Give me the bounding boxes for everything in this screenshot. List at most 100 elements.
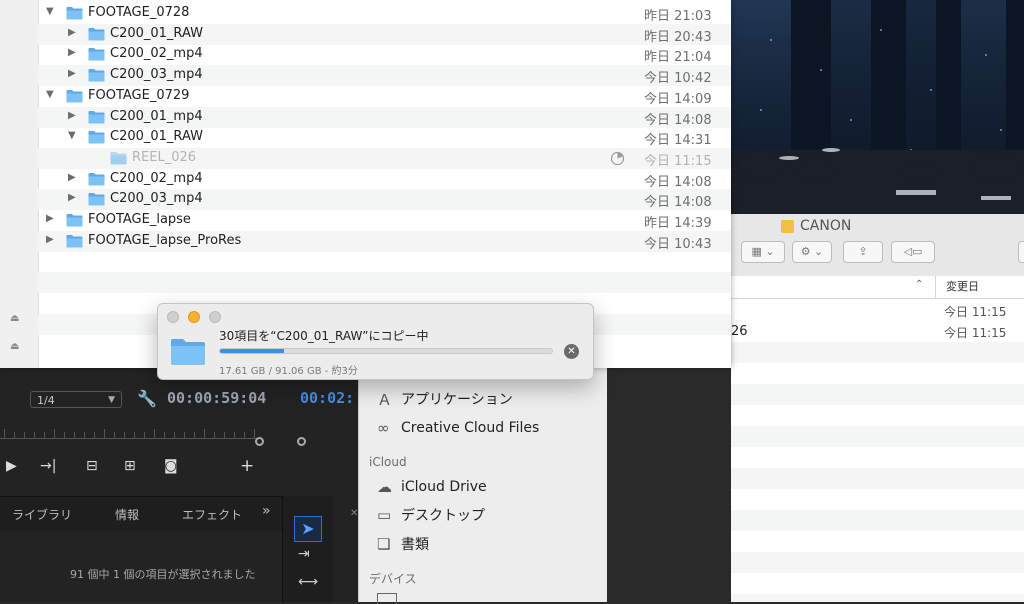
search-button[interactable] (1018, 241, 1024, 263)
item-name: 26 (731, 324, 748, 339)
sort-ascending-icon[interactable]: ⌃ (915, 279, 923, 290)
sidebar-item-applications[interactable]: Ａ アプリケーション (377, 387, 513, 411)
track-select-icon[interactable]: ⇥ (298, 546, 310, 562)
tab-effects[interactable]: エフェクト (182, 506, 242, 523)
item-date: 昨日 21:03 (644, 9, 712, 24)
sidebar-item-label: 書類 (401, 537, 429, 553)
column-header-modified[interactable]: 変更日 (935, 276, 1024, 298)
item-name: C200_01_RAW (110, 25, 203, 41)
list-header: ⌃ 変更日 (731, 276, 1024, 299)
desktop-icon: ▭ (377, 506, 392, 524)
sidebar-item-label: Creative Cloud Files (401, 420, 540, 436)
disclosure-expanded-icon[interactable]: ▼ (68, 130, 76, 141)
disclosure-collapsed-icon[interactable]: ▶ (68, 27, 76, 38)
list-item[interactable]: REEL_026 今日 11:15 (38, 147, 731, 169)
item-name: C200_01_mp4 (110, 108, 203, 124)
list-item[interactable]: ▶ FOOTAGE_lapse 昨日 14:39 (38, 210, 731, 231)
insert-icon[interactable]: ⊟ (86, 458, 98, 474)
list-item[interactable]: ▶ C200_01_RAW 昨日 20:43 (38, 23, 731, 45)
chevron-down-icon: ▼ (108, 395, 115, 405)
creative-cloud-icon: ∞ (377, 419, 390, 437)
sidebar-item-desktop[interactable]: ▭ デスクトップ (377, 503, 485, 527)
view-options-button[interactable]: ▦ ⌄ (741, 241, 785, 263)
item-date: 今日 11:15 (944, 326, 1007, 340)
selection-tool-icon[interactable]: ➤ (294, 516, 322, 542)
folder-icon (88, 172, 105, 186)
list-item[interactable]: ▼ C200_01_RAW 今日 14:31 (38, 127, 731, 148)
sidebar-item-label: アプリケーション (401, 392, 513, 408)
camera-icon[interactable]: ◙ (164, 458, 178, 474)
item-name: C200_01_RAW (110, 129, 203, 145)
zoom-value: 1/4 (37, 394, 55, 407)
disclosure-collapsed-icon[interactable]: ▶ (68, 172, 76, 183)
disclosure-collapsed-icon[interactable]: ▶ (68, 192, 76, 203)
list-item[interactable]: ▶ C200_02_mp4 今日 14:08 (38, 169, 731, 190)
step-forward-icon[interactable]: →| (40, 458, 56, 474)
list-item[interactable]: ▶ C200_03_mp4 今日 10:42 (38, 65, 731, 87)
zoom-select[interactable]: 1/4 ▼ (30, 391, 122, 408)
overwrite-icon[interactable]: ⊞ (124, 458, 136, 474)
play-icon[interactable]: ▶ (6, 458, 17, 474)
sidebar-item-label: iCloud Drive (401, 479, 487, 495)
list-item[interactable]: ▼ FOOTAGE_0729 今日 14:09 (38, 86, 731, 107)
eject-icon[interactable]: ⏏ (10, 341, 19, 352)
concert-image (731, 0, 1024, 214)
disclosure-expanded-icon[interactable]: ▼ (46, 89, 54, 100)
drive-icon (781, 219, 794, 233)
zoom-window-button[interactable] (209, 311, 221, 323)
copy-progress-fill (220, 349, 285, 353)
copy-progress-pie-icon (610, 151, 625, 165)
action-gear-button[interactable]: ⚙ ⌄ (792, 241, 832, 263)
cancel-copy-button[interactable]: ✕ (564, 344, 579, 359)
copy-title: 30項目を“C200_01_RAW”にコピー中 (219, 329, 429, 343)
share-button[interactable]: ⇪ (843, 241, 883, 263)
applications-icon: Ａ (377, 390, 393, 409)
list-item[interactable]: ▶ C200_01_mp4 今日 14:08 (38, 106, 731, 128)
ripple-edit-icon[interactable]: ⟷ (298, 574, 318, 590)
selection-status: 91 個中 1 個の項目が選択されました (70, 568, 256, 581)
tabs-overflow-icon[interactable]: » (262, 503, 271, 519)
cloud-icon: ☁ (377, 478, 392, 496)
item-date: 今日 14:08 (644, 174, 712, 190)
list-item[interactable]: ▼ FOOTAGE_0728 昨日 21:03 (38, 3, 731, 24)
item-date: 今日 14:31 (644, 133, 712, 149)
list-item[interactable]: ▶ FOOTAGE_lapse_ProRes 今日 10:43 (38, 230, 731, 252)
item-date: 昨日 14:39 (644, 216, 712, 231)
item-date: 今日 14:08 (644, 112, 712, 128)
disclosure-collapsed-icon[interactable]: ▶ (46, 234, 54, 245)
disclosure-collapsed-icon[interactable]: ▶ (68, 47, 76, 58)
sidebar-item-creative-cloud[interactable]: ∞ Creative Cloud Files (377, 416, 539, 440)
wrench-icon[interactable]: 🔧 (137, 389, 157, 408)
minimize-window-button[interactable] (188, 311, 200, 323)
list-item[interactable]: 今日 11:15 (731, 300, 1024, 321)
close-window-button[interactable] (167, 311, 179, 323)
item-name: C200_02_mp4 (110, 46, 203, 62)
tab-library[interactable]: ライブラリ (12, 506, 72, 523)
folder-icon (110, 151, 127, 165)
tags-button[interactable]: ◁▭ (891, 241, 935, 263)
list-item[interactable]: ▶ C200_03_mp4 今日 14:08 (38, 189, 731, 211)
disclosure-expanded-icon[interactable]: ▼ (46, 6, 54, 17)
list-item[interactable]: 26 今日 11:15 (731, 321, 1024, 342)
disclosure-collapsed-icon[interactable]: ▶ (46, 213, 54, 224)
tab-info[interactable]: 情報 (115, 506, 139, 523)
sidebar-item-icloud-drive[interactable]: ☁ iCloud Drive (377, 475, 487, 499)
item-name: C200_02_mp4 (110, 170, 203, 186)
list-item[interactable]: ▶ C200_02_mp4 昨日 21:04 (38, 44, 731, 65)
program-playhead-handle[interactable] (297, 437, 306, 446)
item-name: C200_03_mp4 (110, 67, 203, 83)
item-date: 今日 11:15 (644, 153, 712, 169)
disclosure-collapsed-icon[interactable]: ▶ (68, 110, 76, 121)
window-title-text: CANON (800, 218, 852, 234)
sidebar-item-label: デスクトップ (401, 508, 485, 524)
sidebar-item-documents[interactable]: ❏ 書類 (377, 532, 429, 556)
playhead-handle[interactable] (255, 437, 264, 446)
folder-icon (66, 89, 83, 103)
time-ruler[interactable] (0, 418, 265, 448)
item-date: 今日 10:43 (644, 236, 712, 252)
sidebar-strip: ⏏ ⏏ (0, 0, 39, 368)
empty-row (38, 251, 731, 272)
disclosure-collapsed-icon[interactable]: ▶ (68, 68, 76, 79)
eject-icon[interactable]: ⏏ (10, 313, 19, 324)
add-button-icon[interactable]: + (240, 456, 254, 476)
